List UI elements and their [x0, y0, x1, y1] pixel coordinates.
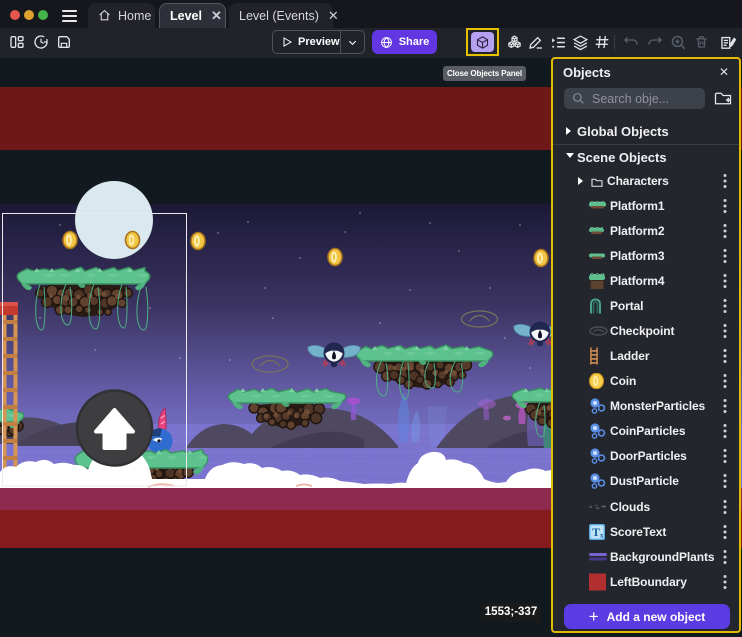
svg-text:T: T	[592, 525, 600, 539]
svg-text:x: x	[600, 532, 604, 540]
